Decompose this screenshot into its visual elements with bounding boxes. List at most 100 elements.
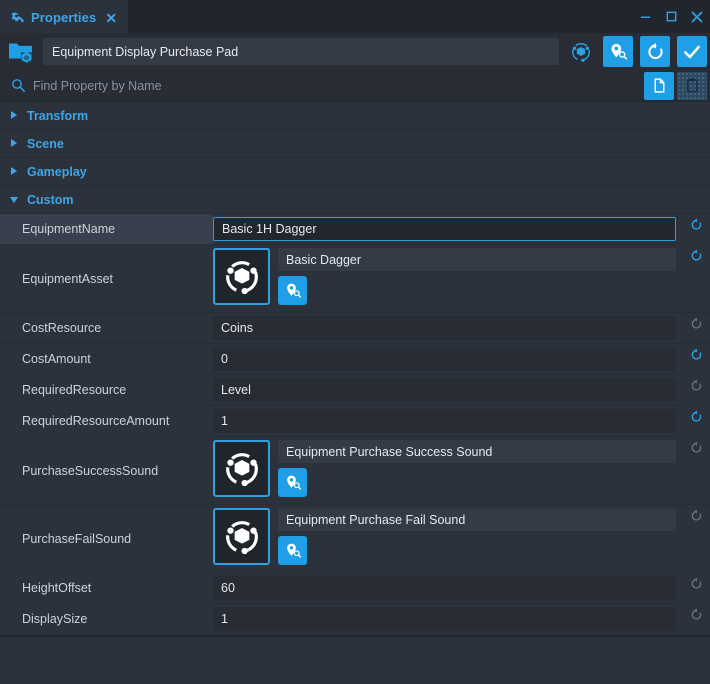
property-input[interactable]: 1 bbox=[213, 409, 676, 433]
reset-property-button[interactable] bbox=[682, 576, 710, 591]
property-value-cell: Basic Dagger bbox=[213, 245, 710, 312]
property-input[interactable]: 60 bbox=[213, 576, 676, 600]
asset-thumbnail[interactable] bbox=[213, 508, 270, 565]
reset-property-button[interactable] bbox=[682, 378, 710, 393]
property-value-cell: 60 bbox=[213, 573, 710, 603]
window-controls bbox=[632, 0, 710, 33]
maximize-button[interactable] bbox=[658, 0, 684, 33]
orbit-cube-icon bbox=[222, 449, 262, 489]
section-transform[interactable]: Transform bbox=[0, 102, 710, 130]
asset-details: Equipment Purchase Success Sound bbox=[278, 440, 676, 497]
property-input[interactable]: 1 bbox=[213, 607, 676, 631]
property-row: EquipmentAsset Basic Dagger bbox=[0, 245, 710, 313]
reset-property-button[interactable] bbox=[682, 508, 710, 523]
object-name-value: Equipment Display Purchase Pad bbox=[52, 45, 238, 59]
property-value-cell: 0 bbox=[213, 344, 710, 374]
reset-property-button[interactable] bbox=[682, 440, 710, 455]
reset-property-button[interactable] bbox=[682, 607, 710, 622]
property-value-cell: 1 bbox=[213, 604, 710, 634]
section-label: Scene bbox=[27, 137, 64, 151]
titlebar: Properties ✕ bbox=[0, 0, 710, 33]
property-input[interactable]: Level bbox=[213, 378, 676, 402]
asset-name-field[interactable]: Equipment Purchase Success Sound bbox=[278, 440, 676, 463]
copy-button[interactable] bbox=[644, 72, 674, 100]
property-row: PurchaseSuccessSound Equipment Purchase S… bbox=[0, 437, 710, 505]
section-custom[interactable]: Custom bbox=[0, 186, 710, 214]
property-input[interactable]: 0 bbox=[213, 347, 676, 371]
asset-picker-button[interactable] bbox=[278, 536, 307, 565]
search-row: Find Property by Name bbox=[0, 70, 710, 102]
section-label: Custom bbox=[27, 193, 74, 207]
tab-label: Properties bbox=[31, 10, 96, 25]
property-value-cell: 1 bbox=[213, 406, 710, 436]
pin-search-icon bbox=[608, 42, 628, 62]
orbit-cube-button[interactable] bbox=[566, 36, 596, 67]
asset-picker-button[interactable] bbox=[278, 468, 307, 497]
property-input[interactable]: Basic 1H Dagger bbox=[213, 217, 676, 241]
tab-close-icon[interactable]: ✕ bbox=[105, 11, 117, 25]
object-header: Equipment Display Purchase Pad bbox=[0, 33, 710, 70]
property-row: DisplaySize1 bbox=[0, 604, 710, 635]
close-button[interactable] bbox=[684, 0, 710, 33]
reset-property-button[interactable] bbox=[682, 217, 710, 232]
property-label: CostAmount bbox=[0, 344, 213, 374]
property-label: PurchaseFailSound bbox=[0, 505, 213, 572]
pin-search-icon bbox=[284, 474, 302, 492]
section-label: Gameplay bbox=[27, 165, 87, 179]
chevron-right-icon bbox=[10, 111, 19, 120]
custom-property-list: EquipmentNameBasic 1H DaggerEquipmentAss… bbox=[0, 214, 710, 635]
asset-name-field[interactable]: Basic Dagger bbox=[278, 248, 676, 271]
asset-details: Basic Dagger bbox=[278, 248, 676, 305]
reset-property-button[interactable] bbox=[682, 347, 710, 362]
reset-property-button[interactable] bbox=[682, 409, 710, 424]
undo-arrow-icon bbox=[645, 41, 666, 62]
asset-picker-button[interactable] bbox=[278, 276, 307, 305]
revert-button[interactable] bbox=[640, 36, 670, 67]
checkmark-icon bbox=[682, 42, 702, 62]
property-label: EquipmentName bbox=[0, 214, 213, 244]
chevron-right-icon bbox=[10, 139, 19, 148]
apply-button[interactable] bbox=[677, 36, 707, 67]
paste-clipboard-icon bbox=[684, 77, 701, 94]
property-value-cell: Coins bbox=[213, 313, 710, 343]
property-label: HeightOffset bbox=[0, 573, 213, 603]
section-scene[interactable]: Scene bbox=[0, 130, 710, 158]
copy-document-icon bbox=[651, 77, 668, 94]
search-icon bbox=[11, 78, 26, 93]
section-gameplay[interactable]: Gameplay bbox=[0, 158, 710, 186]
reset-property-button[interactable] bbox=[682, 316, 710, 331]
object-name-field[interactable]: Equipment Display Purchase Pad bbox=[43, 38, 559, 65]
asset-thumbnail[interactable] bbox=[213, 248, 270, 305]
pick-object-button[interactable] bbox=[603, 36, 633, 67]
property-value-cell: Basic 1H Dagger bbox=[213, 214, 710, 244]
property-label: PurchaseSuccessSound bbox=[0, 437, 213, 504]
property-input[interactable]: Coins bbox=[213, 316, 676, 340]
asset-details: Equipment Purchase Fail Sound bbox=[278, 508, 676, 565]
property-row: RequiredResourceAmount1 bbox=[0, 406, 710, 437]
property-row: RequiredResourceLevel bbox=[0, 375, 710, 406]
reset-property-button[interactable] bbox=[682, 248, 710, 263]
asset-name-field[interactable]: Equipment Purchase Fail Sound bbox=[278, 508, 676, 531]
property-label: RequiredResource bbox=[0, 375, 213, 405]
property-label: EquipmentAsset bbox=[0, 245, 213, 312]
property-value-cell: Level bbox=[213, 375, 710, 405]
properties-body: Transform Scene Gameplay Custom EquipmentNam… bbox=[0, 102, 710, 635]
property-row: CostResourceCoins bbox=[0, 313, 710, 344]
tab-properties[interactable]: Properties ✕ bbox=[0, 0, 128, 33]
bottom-divider bbox=[0, 635, 710, 637]
property-label: RequiredResourceAmount bbox=[0, 406, 213, 436]
property-label: CostResource bbox=[0, 313, 213, 343]
section-label: Transform bbox=[27, 109, 88, 123]
search-input[interactable]: Find Property by Name bbox=[0, 73, 641, 99]
properties-panel: Properties ✕ bbox=[0, 0, 710, 684]
paste-button[interactable] bbox=[677, 72, 707, 100]
property-value-cell: Equipment Purchase Fail Sound bbox=[213, 505, 710, 572]
orbit-cube-icon bbox=[570, 41, 592, 63]
property-value-cell: Equipment Purchase Success Sound bbox=[213, 437, 710, 504]
property-row: HeightOffset60 bbox=[0, 573, 710, 604]
asset-thumbnail[interactable] bbox=[213, 440, 270, 497]
property-label: DisplaySize bbox=[0, 604, 213, 634]
minimize-button[interactable] bbox=[632, 0, 658, 33]
pin-search-icon bbox=[284, 542, 302, 560]
property-row: CostAmount0 bbox=[0, 344, 710, 375]
